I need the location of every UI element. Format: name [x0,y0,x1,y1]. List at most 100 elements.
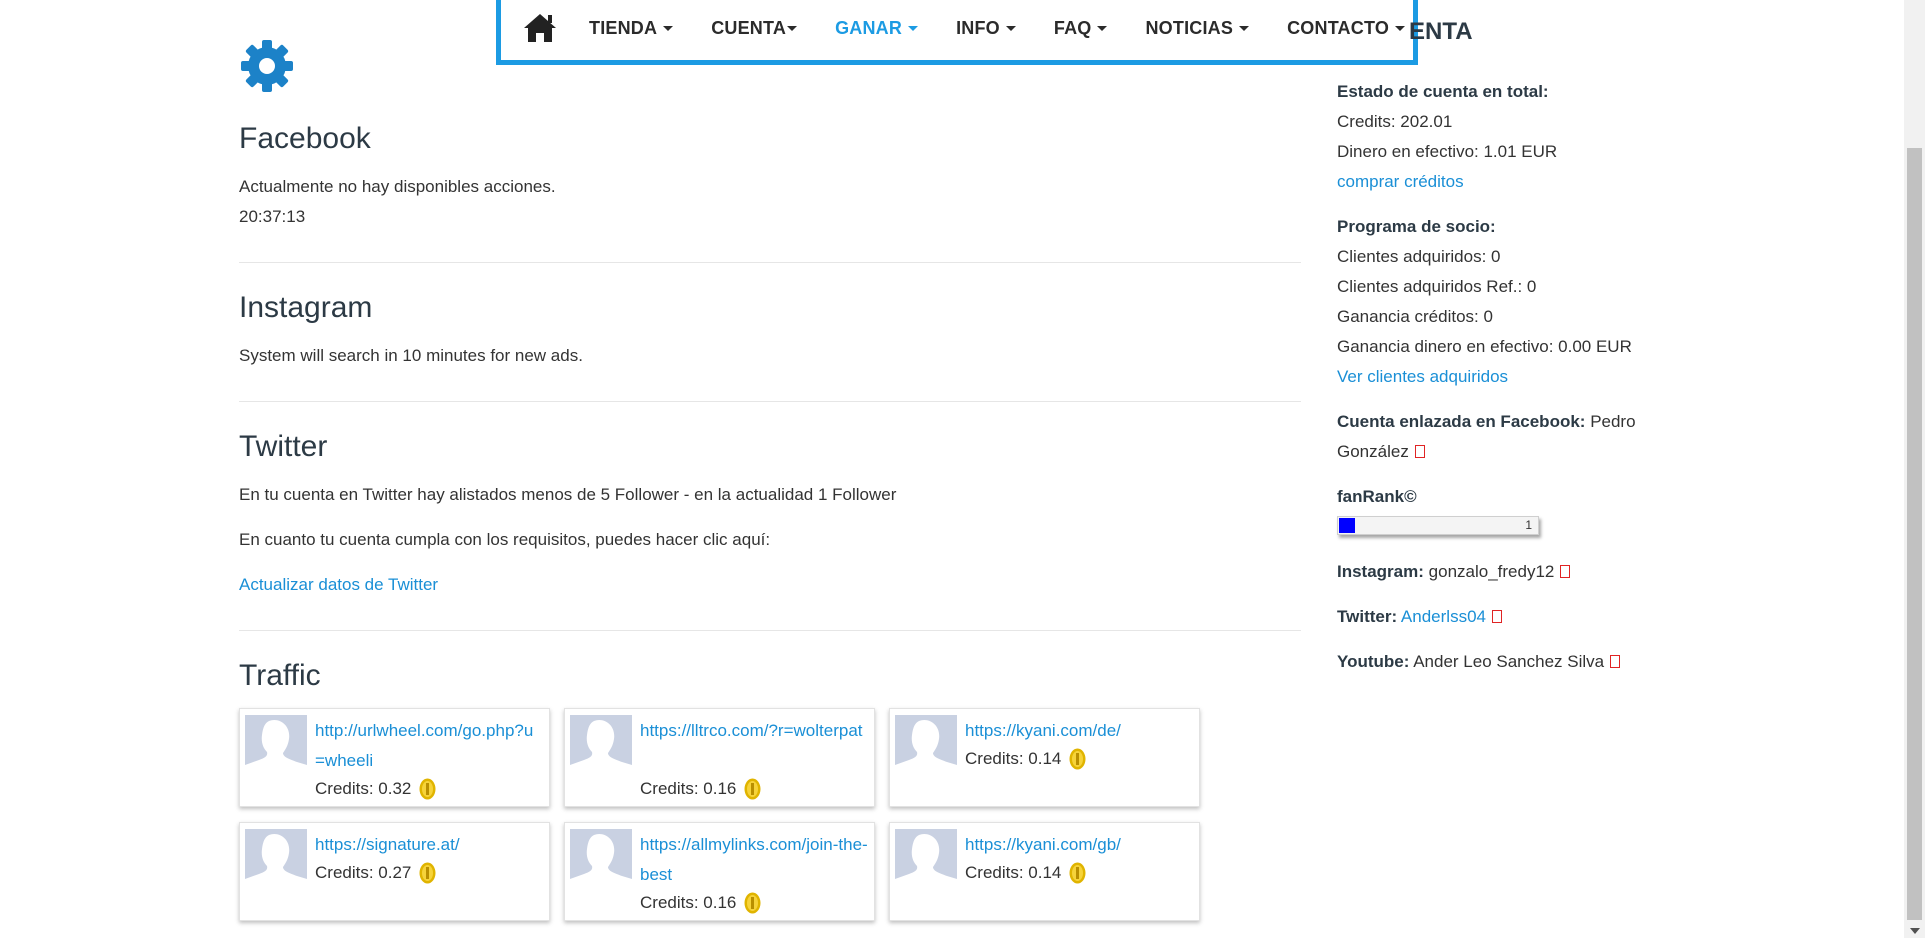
avatar-placeholder-icon [895,715,957,778]
traffic-credits: Credits: 0.16 [640,778,761,800]
label: Programa de socio: [1337,217,1496,236]
youtube-account: Youtube: Ander Leo Sanchez Silva [1337,652,1621,672]
twitter-message: En tu cuenta en Twitter hay alistados me… [239,485,897,504]
update-twitter-link[interactable]: Actualizar datos de Twitter [239,575,438,595]
traffic-link[interactable]: http://urlwheel.com/go.php?u=wheeli [315,716,543,776]
home-icon[interactable] [523,11,557,45]
credits-balance: Credits: 202.01 [1337,112,1453,131]
traffic-link[interactable]: https://kyani.com/gb/ [965,830,1193,860]
fanrank-label: fanRank© [1337,487,1417,507]
credit-gain: Ganancia créditos: 0 [1337,307,1493,326]
nav-cuenta[interactable]: CUENTA [711,17,798,39]
label: Cuenta enlazada en Facebook: [1337,412,1586,431]
nav-tienda[interactable]: TIENDA [589,17,674,39]
avatar-placeholder-icon [245,829,307,892]
traffic-link[interactable]: https://allmylinks.com/join-the-best [640,830,868,890]
label: Twitter: [1337,607,1398,626]
facebook-title: Facebook [239,122,371,155]
traffic-link[interactable]: https://kyani.com/de/ [965,716,1193,746]
credits-text: Credits: 0.16 [640,779,737,798]
nav-faq[interactable]: FAQ [1054,18,1108,39]
main-navigation: TIENDA CUENTA GANAR INFO FAQ NOTICIAS CO… [496,0,1418,65]
nav-label: GANAR [835,17,903,38]
chevron-down-icon [908,25,919,31]
nav-label: TIENDA [589,17,658,38]
unlink-icon[interactable] [1491,610,1502,623]
facebook-time: 20:37:13 [239,207,306,226]
traffic-credits: Credits: 0.16 [640,892,761,914]
buy-credits-link[interactable]: comprar créditos [1337,172,1464,192]
label: Youtube: [1337,652,1410,671]
gear-icon[interactable] [239,38,295,94]
partner-program-label: Programa de socio: [1337,217,1496,237]
credits-text: Credits: 0.14 [965,749,1062,768]
scroll-down-icon[interactable] [1910,928,1920,934]
avatar-placeholder-icon [570,715,632,778]
nav-label: CUENTA [711,17,787,38]
account-total-label: Estado de cuenta en total: [1337,82,1549,102]
nav-label: NOTICIAS [1145,17,1234,38]
label: fanRank© [1337,487,1417,506]
traffic-credits: Credits: 0.14 [965,748,1086,770]
youtube-user: Ander Leo Sanchez Silva [1413,652,1605,671]
coin-icon [419,778,436,800]
traffic-link[interactable]: https://lltrco.com/?r=wolterpat [640,716,868,746]
twitter-user-link[interactable]: Anderlss04 [1401,607,1486,626]
traffic-credits: Credits: 0.14 [965,862,1086,884]
clients-acquired: Clientes adquiridos: 0 [1337,247,1501,266]
twitter-title: Twitter [239,430,328,463]
credits-text: Credits: 0.16 [640,893,737,912]
avatar-placeholder-icon [570,829,632,892]
instagram-message: System will search in 10 minutes for new… [239,346,583,365]
nav-info[interactable]: INFO [956,18,1016,39]
credits-text: Credits: 0.32 [315,779,412,798]
facebook-name-first: Pedro [1590,412,1636,431]
nav-noticias[interactable]: NOTICIAS [1145,17,1250,39]
coin-icon [419,862,436,884]
unlink-icon[interactable] [1610,655,1621,668]
traffic-credits: Credits: 0.27 [315,862,436,884]
fanrank-bar: 1 [1337,516,1539,535]
facebook-linked-account: Cuenta enlazada en Facebook: Pedro [1337,412,1636,432]
coin-icon [744,778,761,800]
traffic-card[interactable]: http://urlwheel.com/go.php?u=wheeli Cred… [239,708,550,807]
chevron-down-icon [1097,25,1108,31]
instagram-account: Instagram: gonzalo_fredy12 [1337,562,1571,582]
cash-gain: Ganancia dinero en efectivo: 0.00 EUR [1337,337,1632,356]
twitter-account: Twitter: Anderlss04 [1337,607,1502,627]
credits-text: Credits: 0.14 [965,863,1062,882]
nav-ganar[interactable]: GANAR [835,17,919,39]
divider [239,262,1301,263]
facebook-message: Actualmente no hay disponibles acciones. [239,177,556,196]
traffic-card[interactable]: https://signature.at/ Credits: 0.27 [239,822,550,921]
vertical-scrollbar[interactable] [1904,0,1925,938]
traffic-card[interactable]: https://kyani.com/gb/ Credits: 0.14 [889,822,1200,921]
fanrank-value: 1 [1525,518,1532,532]
scrollbar-thumb[interactable] [1907,148,1922,920]
cash-balance: Dinero en efectivo: 1.01 EUR [1337,142,1558,161]
avatar-placeholder-icon [895,829,957,892]
coin-icon [1069,748,1086,770]
unlink-icon[interactable] [1414,445,1425,458]
chevron-down-icon [787,25,798,31]
see-clients-link[interactable]: Ver clientes adquiridos [1337,367,1508,387]
facebook-linked-account-cont: González [1337,442,1425,462]
nav-label: FAQ [1053,17,1092,38]
chevron-down-icon [1005,25,1016,31]
traffic-link[interactable]: https://signature.at/ [315,830,543,860]
traffic-card[interactable]: https://lltrco.com/?r=wolterpat Credits:… [564,708,875,807]
fanrank-fill [1339,518,1355,533]
coin-icon [1069,862,1086,884]
unlink-icon[interactable] [1560,565,1571,578]
sidebar-header: ENTA [1409,18,1473,45]
traffic-card[interactable]: https://kyani.com/de/ Credits: 0.14 [889,708,1200,807]
divider [239,401,1301,402]
chevron-down-icon [663,25,674,31]
nav-label: INFO [956,17,1000,38]
instagram-title: Instagram [239,291,373,324]
label: Instagram: [1337,562,1424,581]
facebook-name-last: González [1337,442,1409,461]
nav-contacto[interactable]: CONTACTO [1287,18,1406,39]
traffic-credits: Credits: 0.32 [315,778,436,800]
traffic-card[interactable]: https://allmylinks.com/join-the-best Cre… [564,822,875,921]
